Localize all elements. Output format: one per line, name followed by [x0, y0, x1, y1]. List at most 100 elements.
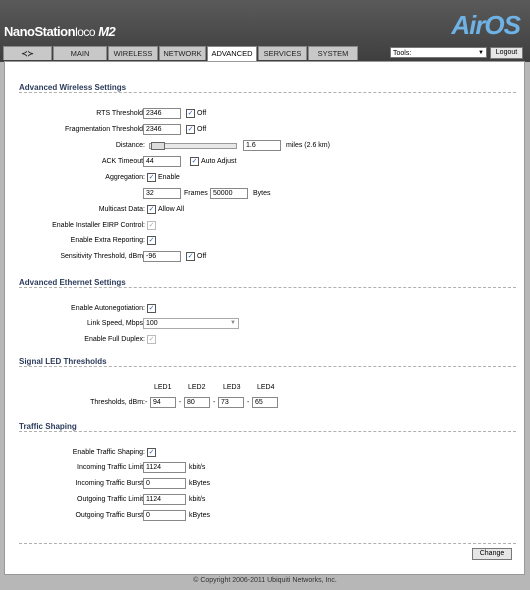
ack-label: ACK Timeout:	[101, 158, 145, 165]
rts-input[interactable]: 2346	[143, 108, 181, 119]
brand-name: NanoStation	[4, 24, 76, 39]
link-speed-select[interactable]: 100 ▼	[143, 318, 239, 329]
ubiquiti-logo-tab[interactable]: ≺≻	[3, 46, 52, 60]
ack-auto-label: Auto Adjust	[201, 158, 237, 165]
section-divider	[19, 287, 516, 288]
aggregation-enable-label: Enable	[158, 174, 180, 181]
sensitivity-off-label: Off	[197, 253, 207, 260]
led2-input[interactable]: 80	[184, 397, 210, 408]
out-limit-label: Outgoing Traffic Limit:	[77, 496, 145, 503]
sensitivity-label: Sensitivity Threshold, dBm:	[60, 253, 145, 260]
led4-input[interactable]: 65	[252, 397, 278, 408]
minus-sign: -	[247, 399, 250, 406]
frag-off-label: Off	[197, 126, 207, 133]
tab-wireless[interactable]: WIRELESS	[108, 46, 158, 60]
aggregation-frames-input[interactable]: 32	[143, 188, 181, 199]
multicast-allow-label: Allow All	[158, 206, 185, 213]
eirp-label: Enable Installer EIRP Control:	[52, 222, 145, 229]
logout-button[interactable]: Logout	[490, 47, 523, 59]
minus-sign: -	[213, 399, 216, 406]
extra-reporting-label: Enable Extra Reporting:	[70, 237, 145, 244]
ack-auto-checkbox[interactable]: ✓	[190, 157, 199, 166]
distance-unit: miles (2.6 km)	[286, 142, 330, 149]
in-burst-label: Incoming Traffic Burst:	[75, 480, 145, 487]
ubiquiti-icon: ≺≻	[21, 49, 34, 58]
minus-sign: -	[179, 399, 182, 406]
copyright-footer: © Copyright 2006-2011 Ubiquiti Networks,…	[193, 577, 337, 584]
section-title-ethernet: Advanced Ethernet Settings	[19, 278, 126, 287]
frag-label: Fragmentation Threshold:	[64, 126, 145, 133]
led1-header: LED1	[154, 384, 172, 391]
out-limit-input[interactable]: 1124	[143, 494, 186, 505]
section-divider	[19, 92, 516, 93]
aggregation-label: Aggregation:	[105, 174, 145, 181]
change-button[interactable]: Change	[472, 548, 512, 560]
autoneg-checkbox[interactable]: ✓	[147, 304, 156, 313]
section-title-wireless: Advanced Wireless Settings	[19, 83, 127, 92]
out-burst-label: Outgoing Traffic Burst:	[75, 512, 145, 519]
airos-logo: AirOS	[451, 10, 521, 40]
distance-label: Distance:	[115, 142, 145, 149]
chevron-down-icon: ▼	[230, 320, 236, 326]
tab-services[interactable]: SERVICES	[258, 46, 307, 60]
aggregation-frames-label: Frames	[184, 190, 208, 197]
chevron-down-icon: ▼	[478, 50, 484, 56]
extra-reporting-checkbox[interactable]: ✓	[147, 236, 156, 245]
led3-input[interactable]: 73	[218, 397, 244, 408]
in-limit-label: Incoming Traffic Limit:	[77, 464, 145, 471]
led3-header: LED3	[223, 384, 241, 391]
in-burst-unit: kBytes	[189, 480, 211, 487]
header: NanoStationloco M2 AirOS ≺≻ MAIN WIRELES…	[0, 0, 530, 62]
out-burst-unit: kBytes	[189, 512, 211, 519]
full-duplex-label: Enable Full Duplex:	[84, 336, 145, 343]
tab-system[interactable]: SYSTEM	[308, 46, 358, 60]
led4-header: LED4	[257, 384, 275, 391]
tab-main[interactable]: MAIN	[53, 46, 107, 60]
traffic-enable-checkbox[interactable]: ✓	[147, 448, 156, 457]
full-duplex-checkbox[interactable]: ✓	[147, 335, 156, 344]
section-title-traffic: Traffic Shaping	[19, 422, 77, 431]
frag-input[interactable]: 2346	[143, 124, 181, 135]
eirp-checkbox[interactable]: ✓	[147, 221, 156, 230]
aggregation-checkbox[interactable]: ✓	[147, 173, 156, 182]
traffic-enable-label: Enable Traffic Shaping:	[72, 449, 145, 456]
link-speed-label: Link Speed, Mbps:	[87, 320, 145, 327]
ack-input[interactable]: 44	[143, 156, 181, 167]
minus-sign: -	[145, 399, 148, 406]
distance-slider-handle[interactable]	[151, 142, 165, 150]
brand-loco: loco	[75, 25, 96, 39]
frag-off-checkbox[interactable]: ✓	[186, 125, 195, 134]
in-limit-unit: kbit/s	[189, 464, 206, 471]
rts-off-label: Off	[197, 110, 207, 117]
tools-label: Tools:	[393, 50, 412, 57]
main-panel: Advanced Wireless Settings RTS Threshold…	[4, 61, 525, 575]
section-title-led: Signal LED Thresholds	[19, 357, 107, 366]
sensitivity-off-checkbox[interactable]: ✓	[186, 252, 195, 261]
section-divider	[19, 543, 516, 544]
out-burst-input[interactable]: 0	[143, 510, 186, 521]
led2-header: LED2	[188, 384, 206, 391]
tab-network[interactable]: NETWORK	[159, 46, 206, 60]
brand-model: M2	[98, 24, 116, 39]
distance-input[interactable]: 1.6	[243, 140, 281, 151]
tab-advanced[interactable]: ADVANCED	[207, 46, 257, 61]
aggregation-bytes-label: Bytes	[253, 190, 271, 197]
section-divider	[19, 431, 516, 432]
rts-off-checkbox[interactable]: ✓	[186, 109, 195, 118]
sensitivity-input[interactable]: -96	[143, 251, 181, 262]
tools-select[interactable]: Tools: ▼	[390, 47, 487, 58]
tab-bar: ≺≻ MAIN WIRELESS NETWORK ADVANCED SERVIC…	[3, 46, 359, 61]
in-burst-input[interactable]: 0	[143, 478, 186, 489]
led1-input[interactable]: 94	[150, 397, 176, 408]
multicast-label: Multicast Data:	[98, 206, 145, 213]
in-limit-input[interactable]: 1124	[143, 462, 186, 473]
multicast-checkbox[interactable]: ✓	[147, 205, 156, 214]
section-divider	[19, 366, 516, 367]
link-speed-value: 100	[146, 320, 158, 327]
brand-logo: NanoStationloco M2	[4, 24, 116, 39]
aggregation-bytes-input[interactable]: 50000	[210, 188, 248, 199]
thresholds-label: Thresholds, dBm:	[90, 399, 145, 406]
rts-label: RTS Threshold:	[96, 110, 145, 117]
autoneg-label: Enable Autonegotiation:	[71, 305, 145, 312]
out-limit-unit: kbit/s	[189, 496, 206, 503]
